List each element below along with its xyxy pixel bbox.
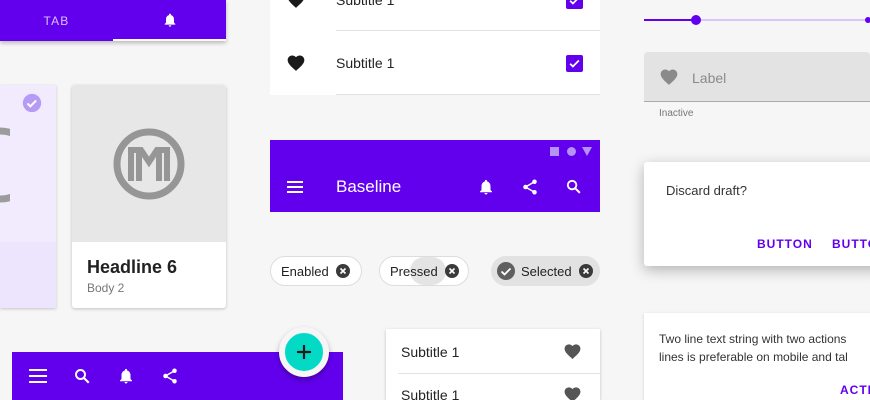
circle-icon xyxy=(567,147,576,156)
list-top: Subtitle 1 Subtitle 1 xyxy=(270,0,600,95)
dialog-button[interactable]: BUTTON xyxy=(757,237,813,251)
slider-fill xyxy=(644,19,696,21)
chip-label: Selected xyxy=(521,263,572,279)
list-item-label: Subtitle 1 xyxy=(336,55,395,71)
chip-selected[interactable]: Selected xyxy=(491,256,600,286)
tab-text[interactable]: TAB xyxy=(0,0,113,41)
card-media xyxy=(72,85,226,242)
bell-icon[interactable] xyxy=(477,178,495,196)
checkbox[interactable] xyxy=(566,55,583,72)
heart-icon[interactable] xyxy=(563,385,582,400)
list-item[interactable]: Subtitle 1 xyxy=(386,329,600,373)
slider-end-dot xyxy=(865,17,870,23)
heart-icon xyxy=(287,55,305,71)
content-card[interactable]: Headline 6 Body 2 xyxy=(72,85,226,308)
share-icon[interactable] xyxy=(161,367,179,385)
fab-button[interactable] xyxy=(279,327,329,377)
list-item[interactable]: Subtitle 1 xyxy=(386,374,600,400)
card-body: Body 2 xyxy=(87,281,125,295)
list-divider xyxy=(336,94,600,95)
close-icon[interactable] xyxy=(578,264,593,278)
text-field[interactable]: Label xyxy=(644,52,870,102)
banner: Two line text string with two actions li… xyxy=(644,313,870,400)
selected-card[interactable] xyxy=(0,85,56,308)
card-lower xyxy=(0,242,56,308)
logo-icon xyxy=(0,127,10,203)
plus-icon xyxy=(297,345,311,359)
chip-label: Pressed xyxy=(390,263,438,279)
check-icon xyxy=(569,59,580,68)
slider-thumb[interactable] xyxy=(691,15,701,25)
banner-text-line: Two line text string with two actions xyxy=(659,332,847,346)
check-icon xyxy=(569,0,578,5)
menu-icon[interactable] xyxy=(29,369,47,383)
top-app-bar: Baseline xyxy=(270,140,600,212)
chip-label: Enabled xyxy=(281,263,329,279)
tab-bar: TAB xyxy=(0,0,226,41)
heart-icon[interactable] xyxy=(563,342,582,361)
search-icon[interactable] xyxy=(565,178,582,195)
banner-action-button[interactable]: ACTI xyxy=(840,383,870,397)
text-field-label: Label xyxy=(692,70,727,86)
square-icon xyxy=(550,147,559,156)
chip-enabled[interactable]: Enabled xyxy=(270,256,362,286)
check-circle-icon xyxy=(22,93,42,113)
check-circle-icon xyxy=(497,262,515,280)
dialog: Discard draft? BUTTON BUTTO xyxy=(644,162,870,266)
list-item-label: Subtitle 1 xyxy=(401,387,460,400)
bell-icon[interactable] xyxy=(117,367,135,385)
heart-icon xyxy=(660,69,678,85)
list-item[interactable]: Subtitle 1 xyxy=(270,0,600,32)
close-icon[interactable] xyxy=(335,264,350,278)
chip-pressed[interactable]: Pressed xyxy=(379,256,469,286)
menu-icon[interactable] xyxy=(287,181,303,193)
checkbox[interactable] xyxy=(566,0,583,9)
dialog-button[interactable]: BUTTO xyxy=(832,237,870,251)
list-item[interactable]: Subtitle 1 xyxy=(270,31,600,95)
search-icon[interactable] xyxy=(73,367,91,385)
list-bottom: Subtitle 1 Subtitle 1 xyxy=(386,329,600,400)
triangle-icon xyxy=(582,147,592,156)
card-headline: Headline 6 xyxy=(87,257,178,277)
bell-icon xyxy=(164,13,175,27)
heart-icon xyxy=(288,0,304,8)
logo-icon xyxy=(113,128,185,199)
helper-text: Inactive xyxy=(659,108,694,119)
app-bar-title: Baseline xyxy=(336,177,402,196)
banner-text-line: lines is preferable on mobile and tal xyxy=(659,350,848,364)
list-item-label: Subtitle 1 xyxy=(401,344,460,360)
tab-bell[interactable] xyxy=(113,0,226,41)
close-icon[interactable] xyxy=(444,264,459,278)
dialog-message: Discard draft? xyxy=(666,183,747,198)
list-item-label: Subtitle 1 xyxy=(336,0,395,8)
share-icon[interactable] xyxy=(521,178,539,196)
